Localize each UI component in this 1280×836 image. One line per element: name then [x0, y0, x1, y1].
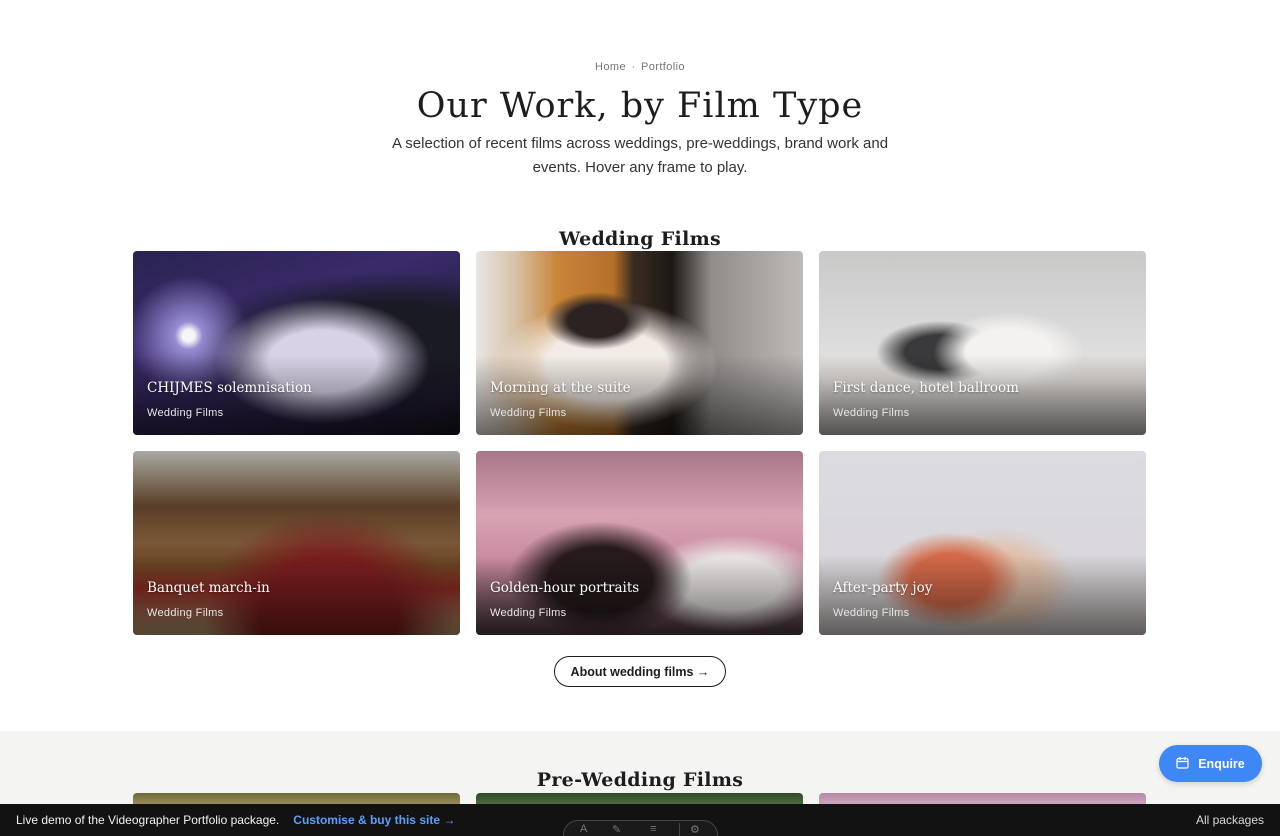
film-card-category: Wedding Films [490, 607, 567, 619]
film-card-title: Banquet march-in [147, 580, 270, 596]
dock-divider [679, 823, 680, 836]
section-title-wedding-films: Wedding Films [558, 228, 721, 250]
page-subtitle: A selection of recent films across weddi… [391, 135, 889, 176]
toolbar-dock: A ✎ ≡ ⚙ [563, 820, 718, 836]
page-title: Our Work, by Film Type [416, 86, 864, 126]
film-card[interactable]: After-party joy Wedding Films [819, 451, 1146, 635]
enquire-label: Enquire [1198, 756, 1245, 771]
film-card-title: CHIJMES solemnisation [147, 380, 312, 396]
film-card[interactable]: First dance, hotel ballroom Wedding Film… [819, 251, 1146, 435]
film-card-category: Wedding Films [147, 407, 224, 419]
film-card-title: First dance, hotel ballroom [833, 380, 1019, 396]
film-card[interactable]: CHIJMES solemnisation Wedding Films [133, 251, 460, 435]
film-card[interactable]: Morning at the suite Wedding Films [476, 251, 803, 435]
brush-tool-icon[interactable]: ✎ [612, 823, 621, 836]
film-card-category: Wedding Films [147, 607, 224, 619]
breadcrumb-current: Portfolio [641, 61, 685, 73]
demo-bar-text: Live demo of the Videographer Portfolio … [16, 813, 280, 827]
calendar-icon [1176, 756, 1189, 772]
enquire-button[interactable]: Enquire [1159, 745, 1262, 782]
breadcrumb-home[interactable]: Home [595, 61, 626, 73]
customise-buy-link[interactable]: Customise & buy this site → [293, 813, 455, 827]
film-card-category: Wedding Films [490, 407, 567, 419]
section-title-pre-wedding-films: Pre-Wedding Films [536, 769, 744, 791]
settings-icon[interactable]: ⚙ [690, 823, 700, 836]
text-tool-icon[interactable]: A [580, 823, 587, 835]
film-card[interactable]: Golden-hour portraits Wedding Films [476, 451, 803, 635]
film-card-category: Wedding Films [833, 407, 910, 419]
all-packages-link[interactable]: All packages [1196, 813, 1264, 827]
menu-tool-icon[interactable]: ≡ [650, 823, 656, 835]
breadcrumb-separator: · [631, 61, 636, 73]
film-card-title: Golden-hour portraits [490, 580, 640, 596]
film-card-category: Wedding Films [833, 607, 910, 619]
breadcrumb: Home · Portfolio [0, 61, 1280, 73]
about-wedding-films-button[interactable]: About wedding films → [554, 656, 726, 687]
film-card-title: After-party joy [833, 580, 933, 596]
film-card-title: Morning at the suite [490, 380, 631, 396]
film-card[interactable]: Banquet march-in Wedding Films [133, 451, 460, 635]
